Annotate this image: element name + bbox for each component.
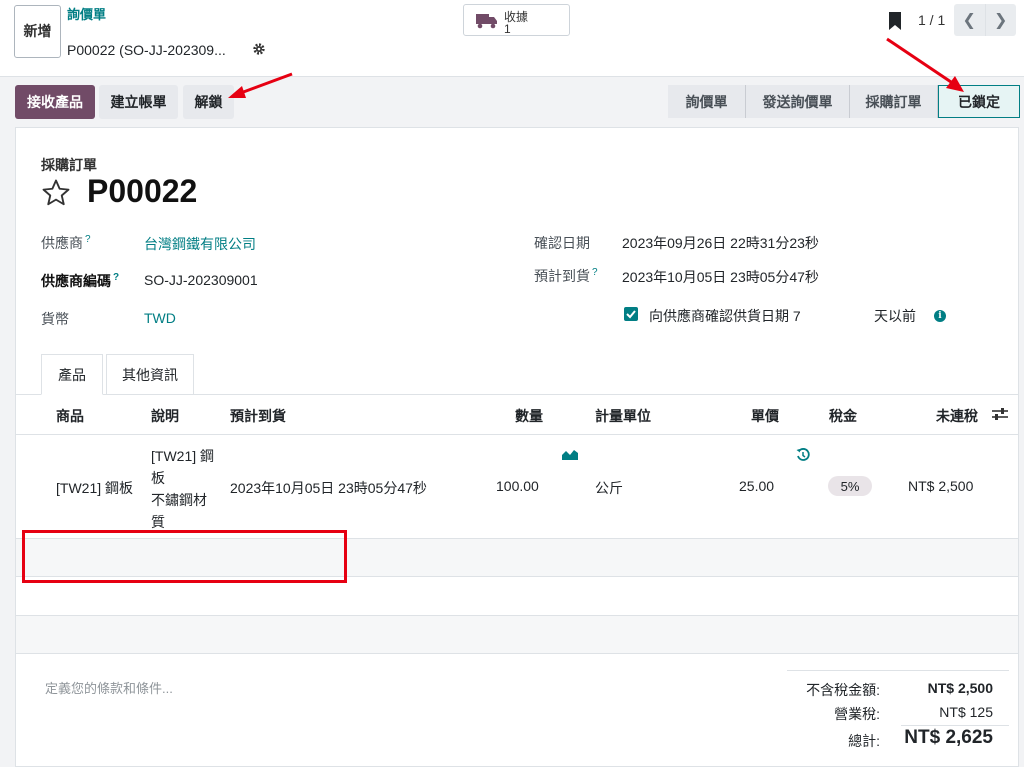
untaxed-amount-value: NT$ 2,500 [927, 680, 993, 696]
create-bill-button[interactable]: 建立帳單 [99, 85, 178, 119]
column-header-product[interactable]: 商品 [56, 406, 84, 426]
status-bar: 詢價單 發送詢價單 採購訂單 已鎖定 [668, 85, 1020, 118]
document-type-label: 採購訂單 [41, 157, 97, 173]
receipts-smart-button[interactable]: 收據 1 [463, 4, 570, 36]
sliders-icon[interactable] [992, 407, 1008, 421]
notebook-tabs: 產品 其他資訊 [16, 354, 1018, 395]
form-sheet: 採購訂單 P00022 供應商? 台灣鋼鐵有限公司 供應商編碼? SO-JJ-2… [15, 127, 1019, 767]
column-header-unit-price[interactable]: 單價 [751, 406, 779, 426]
annotation-arrow-locked [886, 37, 964, 92]
highlight-box [22, 530, 347, 583]
column-header-quantity[interactable]: 數量 [515, 406, 543, 426]
checkbox-icon[interactable] [624, 307, 638, 321]
tax-amount-value: NT$ 125 [939, 704, 993, 720]
top-control-panel: 新增 詢價單 P00022 (SO-JJ-202309... 收據 1 1 / … [0, 0, 1024, 77]
reminder-label: 向供應商確認供貨日期 7 [649, 308, 801, 324]
pager-controls: ❮ ❯ [954, 4, 1016, 36]
chevron-right-icon[interactable]: ❯ [985, 4, 1016, 36]
status-stage-rfq[interactable]: 詢價單 [668, 85, 746, 118]
row-uom[interactable]: 公斤 [595, 478, 623, 498]
tax-amount-label: 營業稅: [834, 706, 880, 722]
total-divider [901, 725, 1009, 726]
row-description[interactable]: [TW21] 鋼 板 不鏽鋼材 質 [151, 445, 214, 533]
vendor-label: 供應商? [41, 234, 91, 251]
row-subtotal: NT$ 2,500 [908, 478, 974, 494]
vendor-reference-label: 供應商編碼? [41, 272, 120, 289]
column-header-expected-arrival[interactable]: 預計到貨 [230, 406, 286, 426]
breadcrumb-current: P00022 (SO-JJ-202309... [67, 42, 226, 58]
row-quantity[interactable]: 100.00 [496, 478, 539, 494]
column-header-description[interactable]: 說明 [151, 406, 179, 426]
row-unit-price[interactable]: 25.00 [739, 478, 774, 494]
history-icon[interactable] [796, 448, 810, 462]
status-stage-rfq-sent[interactable]: 發送詢價單 [746, 85, 850, 118]
row-expected-arrival[interactable]: 2023年10月05日 23時05分47秒 [230, 478, 427, 498]
untaxed-amount-label: 不含稅金額: [806, 682, 880, 698]
expected-arrival-field[interactable]: 2023年10月05日 23時05分47秒 [622, 267, 819, 287]
annotation-arrow-unlock [228, 72, 293, 98]
row-divider [16, 653, 1018, 654]
row-product[interactable]: [TW21] 鋼板 [56, 478, 133, 498]
bookmark-icon[interactable] [888, 12, 902, 30]
receive-products-button[interactable]: 接收產品 [15, 85, 95, 119]
gear-icon[interactable] [252, 42, 266, 56]
confirmation-date-field[interactable]: 2023年09月26日 22時31分23秒 [622, 233, 819, 253]
column-header-taxes[interactable]: 稅金 [829, 406, 857, 426]
expected-arrival-label: 預計到貨? [534, 267, 598, 284]
vendor-field[interactable]: 台灣鋼鐵有限公司 [144, 234, 256, 254]
total-value: NT$ 2,625 [904, 727, 993, 748]
purchase-order-name: P00022 [87, 173, 198, 209]
breadcrumb-parent[interactable]: 詢價單 [67, 4, 106, 23]
receipts-count: 1 [504, 22, 511, 36]
vendor-reference-field[interactable]: SO-JJ-202309001 [144, 272, 258, 288]
confirmation-date-label: 確認日期 [534, 235, 590, 251]
truck-icon [476, 14, 497, 29]
total-label: 總計: [848, 733, 880, 749]
tab-products[interactable]: 產品 [41, 354, 103, 395]
star-icon[interactable] [41, 178, 71, 208]
info-icon[interactable]: i [934, 310, 946, 322]
terms-and-conditions-input[interactable]: 定義您的條款和條件... [45, 678, 173, 697]
empty-row [16, 616, 1018, 653]
totals-divider [787, 670, 1009, 671]
action-bar: 接收產品 建立帳單 解鎖 詢價單 發送詢價單 採購訂單 已鎖定 [0, 77, 1024, 127]
column-header-subtotal[interactable]: 未連稅 [936, 406, 978, 426]
currency-label: 貨幣 [41, 311, 69, 327]
chart-icon[interactable] [562, 448, 578, 460]
pager-value[interactable]: 1 / 1 [918, 12, 945, 28]
tab-other-info[interactable]: 其他資訊 [106, 354, 194, 394]
reminder-suffix: 天以前 [874, 308, 916, 324]
column-header-uom[interactable]: 計量單位 [595, 406, 651, 426]
chevron-left-icon[interactable]: ❮ [954, 4, 986, 36]
currency-field[interactable]: TWD [144, 310, 176, 326]
reminder-days-field[interactable]: 7 [793, 308, 801, 324]
tax-badge[interactable]: 5% [828, 476, 872, 496]
header-divider [16, 434, 1018, 435]
new-button[interactable]: 新增 [14, 5, 61, 58]
